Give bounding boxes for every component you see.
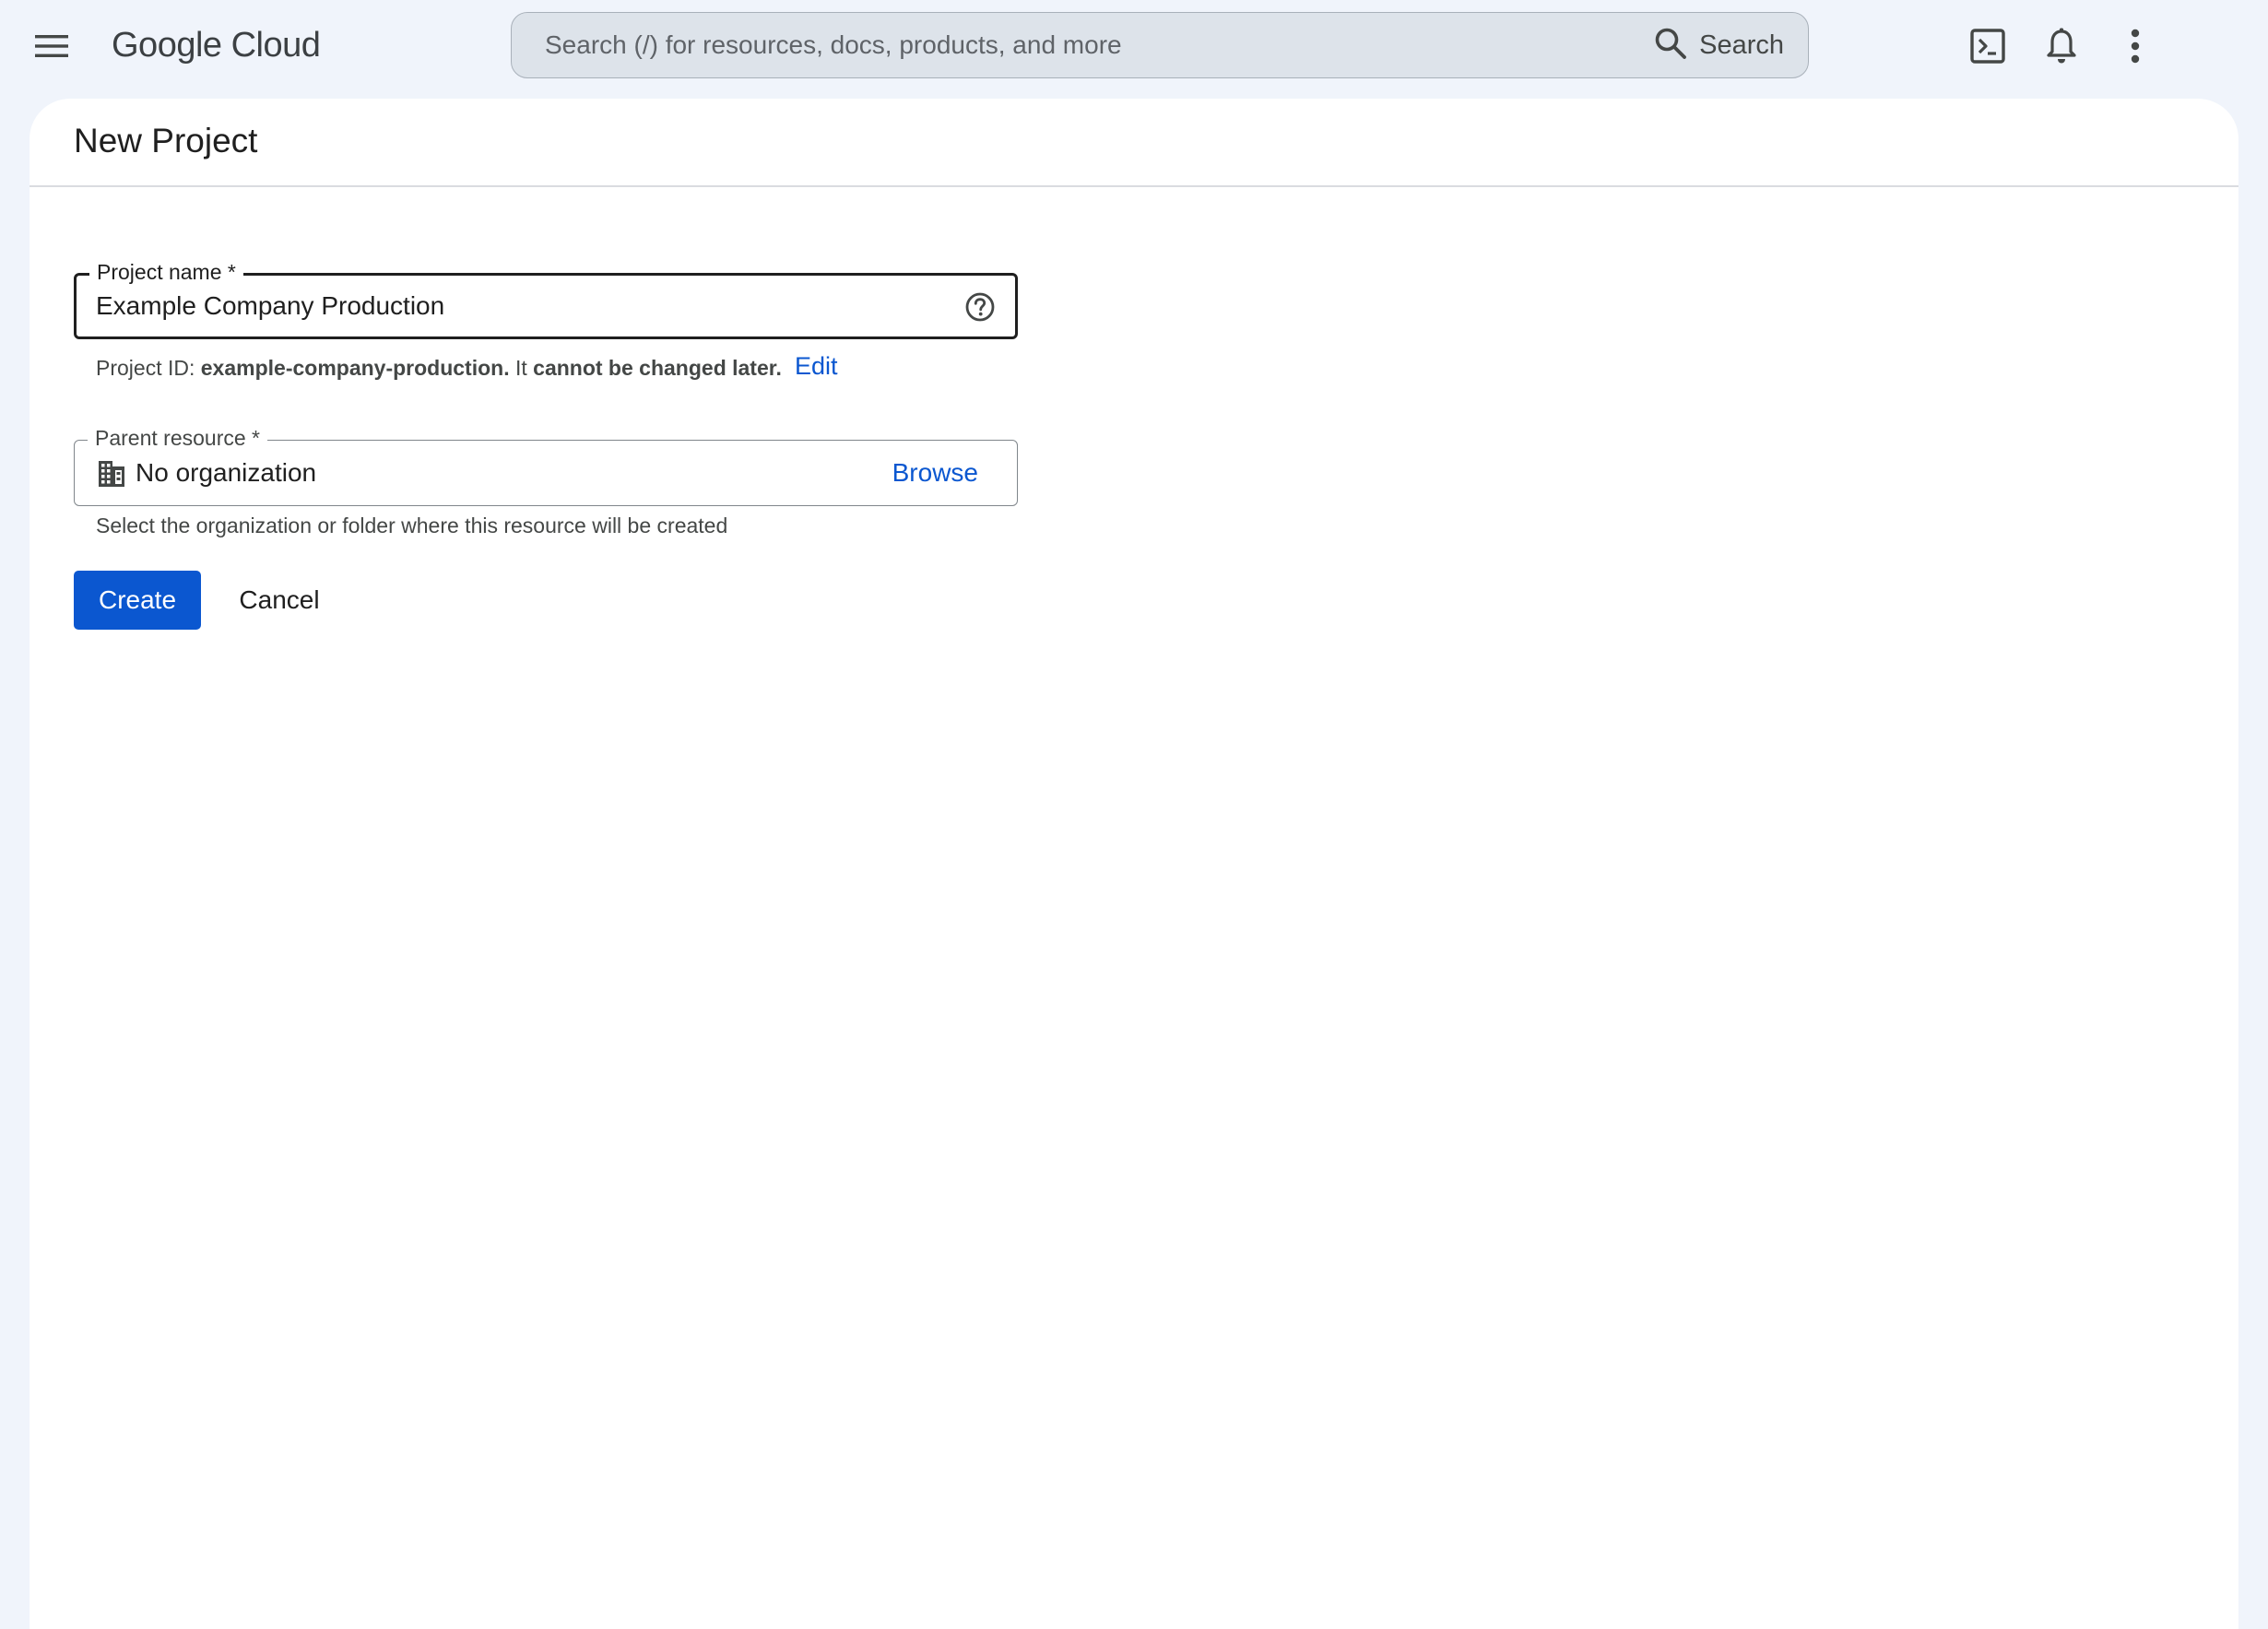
page-header: New Project xyxy=(30,99,2238,187)
cloud-shell-terminal-icon[interactable] xyxy=(1962,20,2014,72)
help-circle-icon[interactable] xyxy=(963,290,997,324)
search-input[interactable] xyxy=(512,13,1654,77)
browse-button[interactable]: Browse xyxy=(892,441,978,505)
project-id-helper: Project ID: example-company-production. … xyxy=(96,356,782,381)
more-vert-icon[interactable] xyxy=(2109,20,2161,72)
project-id-value: example-company-production. xyxy=(200,356,510,380)
parent-resource-value: No organization xyxy=(136,458,317,487)
search-icon xyxy=(1653,26,1688,65)
project-id-middle: It xyxy=(509,356,534,380)
google-cloud-logo[interactable]: Google Cloud xyxy=(112,20,321,70)
top-app-bar: Google Cloud Search xyxy=(0,0,2268,92)
parent-resource-field[interactable]: Parent resource * No organization Browse xyxy=(74,424,1018,506)
cancel-button[interactable]: Cancel xyxy=(219,571,339,630)
project-id-note: cannot be changed later. xyxy=(533,356,782,380)
create-button[interactable]: Create xyxy=(74,571,201,630)
notifications-bell-icon[interactable] xyxy=(2036,20,2087,72)
project-name-input[interactable] xyxy=(96,276,926,336)
search-button-label: Search xyxy=(1699,30,1784,60)
edit-project-id-link[interactable]: Edit xyxy=(795,352,838,381)
organization-building-icon xyxy=(97,459,126,489)
search-button[interactable]: Search xyxy=(1653,13,1808,77)
hamburger-menu-icon[interactable] xyxy=(28,22,76,70)
project-id-prefix: Project ID: xyxy=(96,356,201,380)
project-name-field[interactable]: Project name * xyxy=(74,258,1018,339)
search-bar[interactable]: Search xyxy=(511,12,1809,78)
parent-resource-hint: Select the organization or folder where … xyxy=(96,513,728,537)
page-title: New Project xyxy=(74,122,258,159)
